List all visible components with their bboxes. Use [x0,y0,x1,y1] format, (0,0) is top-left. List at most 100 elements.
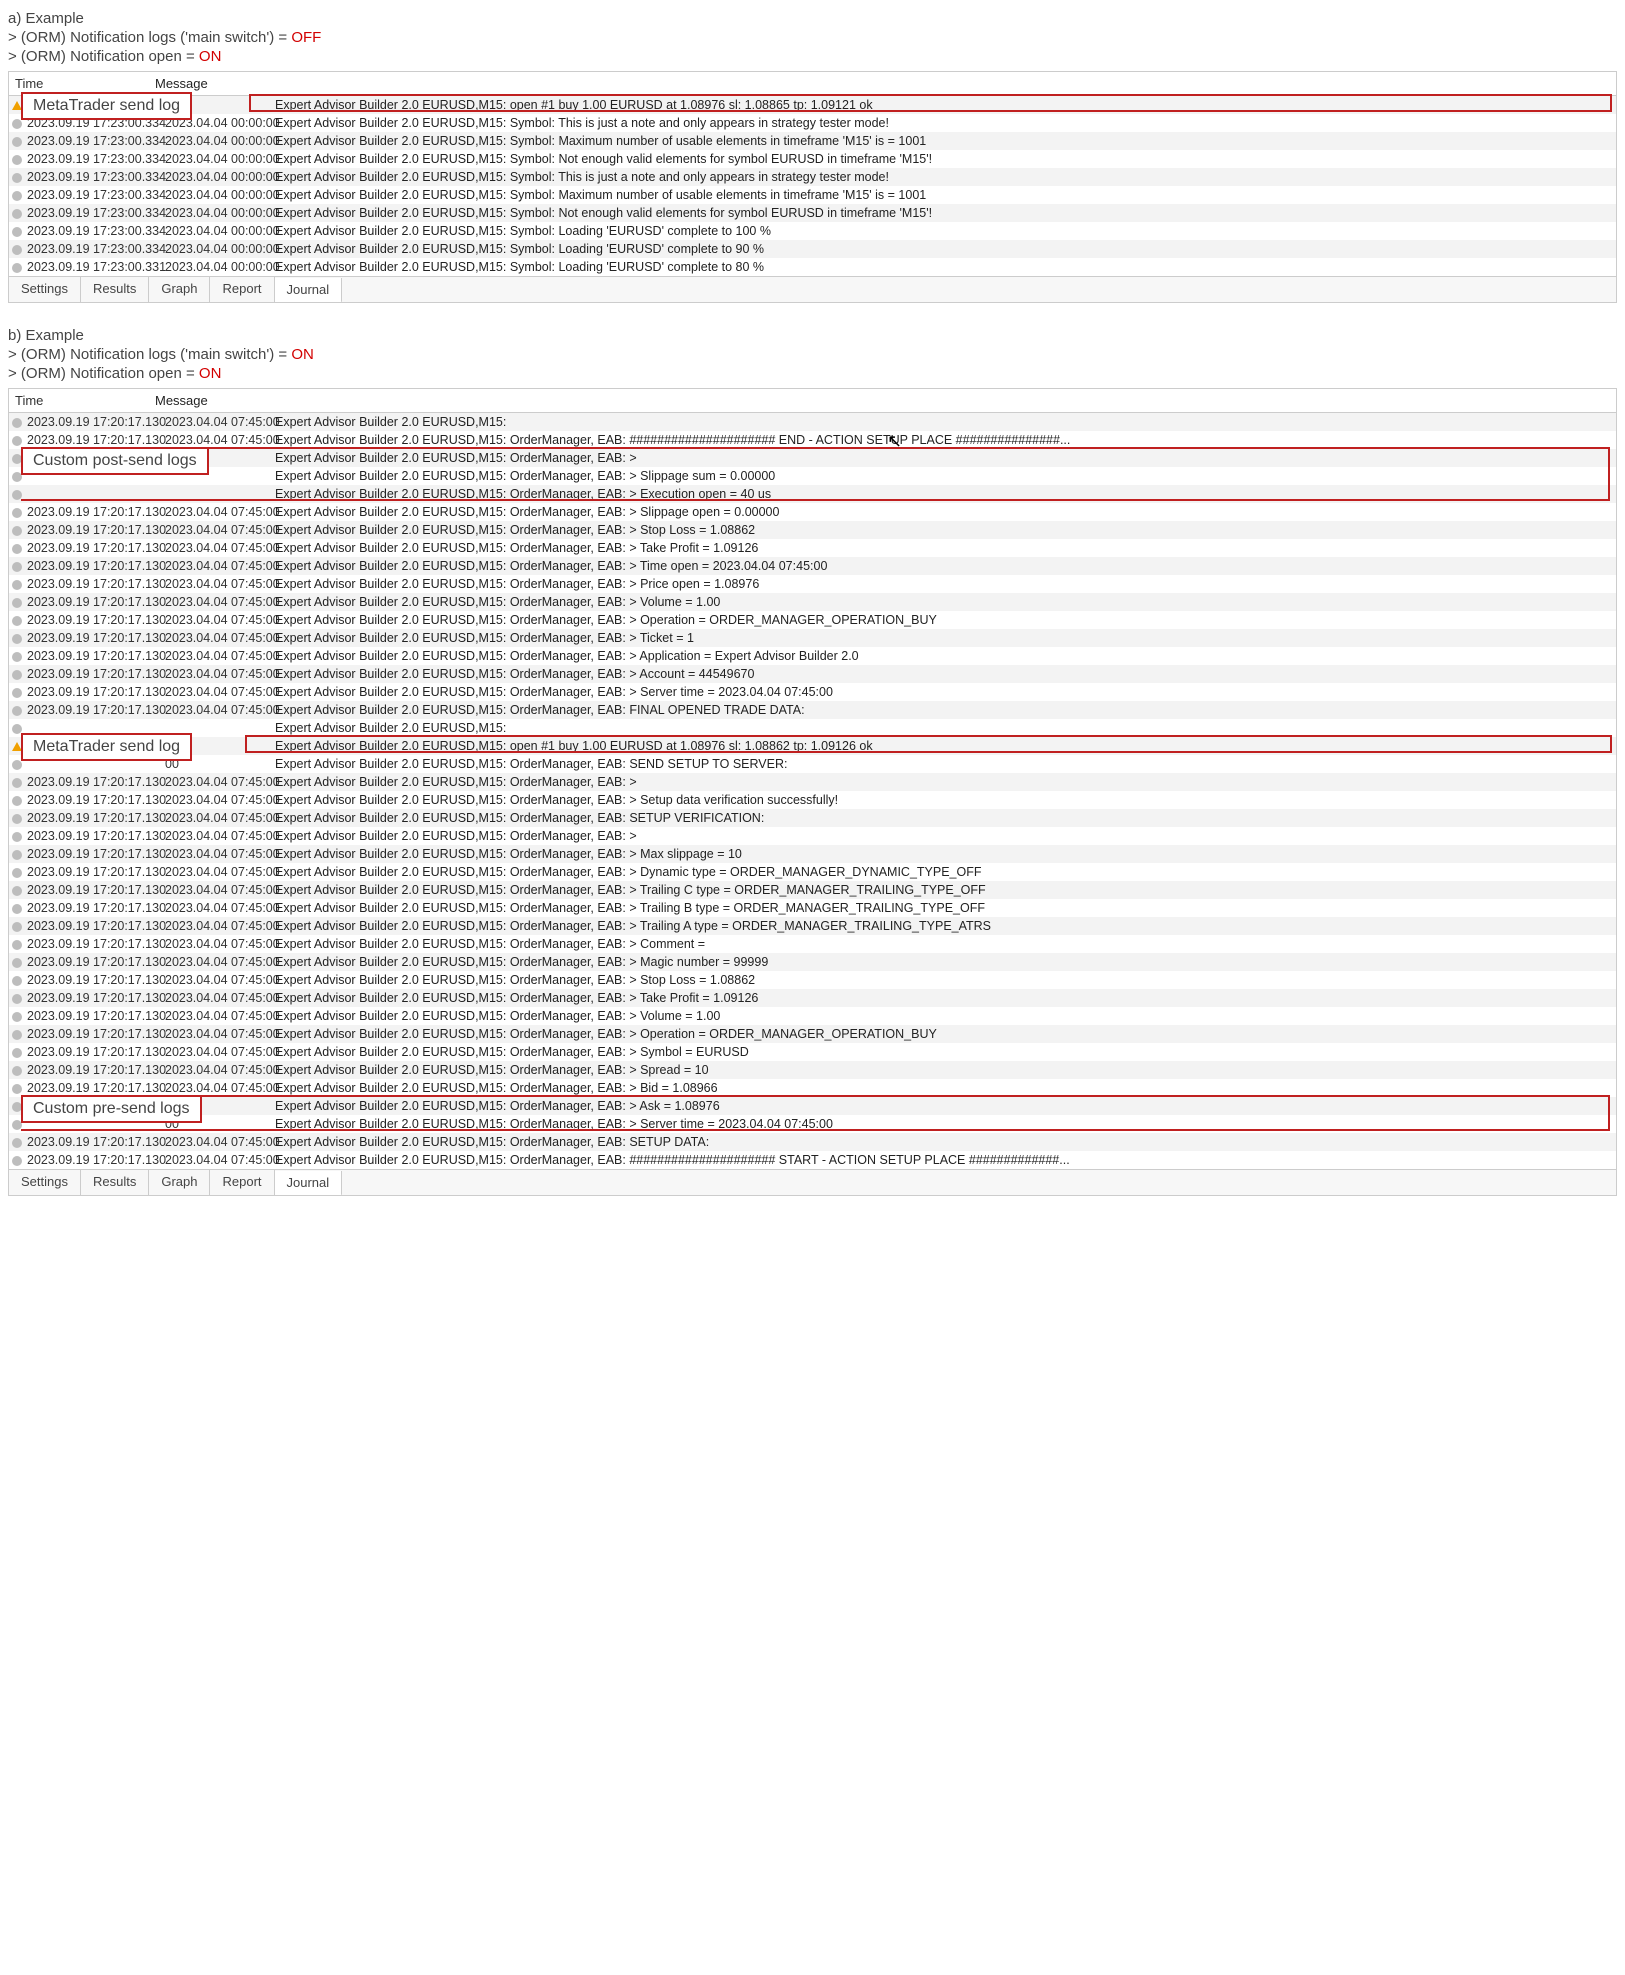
log-row[interactable]: 2023.09.19 17:20:17.1302023.04.04 07:45:… [9,1151,1616,1169]
tab-results[interactable]: Results [81,277,149,302]
log-row[interactable]: 2023.09.19 17:20:17.1302023.04.04 07:45:… [9,413,1616,431]
log-row[interactable]: 2023.09.19 17:20:17.1302023.04.04 07:45:… [9,899,1616,917]
log-time: 2023.09.19 17:23:00.331 [25,258,165,276]
log-message: Expert Advisor Builder 2.0 EURUSD,M15: O… [275,701,1616,719]
log-server-time: 2023.04.04 07:45:00 [165,989,275,1007]
log-row[interactable]: 2023.09.19 17:20:17.1302023.04.04 07:45:… [9,629,1616,647]
log-server-time: 2023.04.04 07:45:00 [165,629,275,647]
log-row[interactable]: 2023.09.19 17:20:17.1302023.04.04 07:45:… [9,665,1616,683]
log-row[interactable]: 00Expert Advisor Builder 2.0 EURUSD,M15:… [9,96,1616,114]
log-row[interactable]: 2023.09.19 17:20:17.1302023.04.04 07:45:… [9,575,1616,593]
log-time: 2023.09.19 17:20:17.130 [25,863,165,881]
journal-header: Time Message [9,72,1616,96]
log-row[interactable]: 2023.09.19 17:20:17.1302023.04.04 07:45:… [9,431,1616,449]
log-row[interactable]: 2023.09.19 17:20:17.1302023.04.04 07:45:… [9,791,1616,809]
section-b-header: b) Example > (ORM) Notification logs ('m… [8,327,1617,382]
log-row[interactable]: 2023.09.19 17:20:17.1302023.04.04 07:45:… [9,557,1616,575]
col-header-message[interactable]: Message [149,389,1616,412]
log-row[interactable]: 2023.09.19 17:23:00.3342023.04.04 00:00:… [9,240,1616,258]
tab-journal[interactable]: Journal [275,1171,343,1196]
log-row[interactable]: 2023.09.19 17:20:17.1302023.04.04 07:45:… [9,1079,1616,1097]
log-server-time: 00 [165,1097,275,1115]
log-message: Expert Advisor Builder 2.0 EURUSD,M15: O… [275,647,1616,665]
log-row[interactable]: 2023.09.19 17:20:17.1302023.04.04 07:45:… [9,611,1616,629]
tab-journal[interactable]: Journal [275,278,343,303]
log-row[interactable]: 2023.09.19 17:23:00.3342023.04.04 00:00:… [9,186,1616,204]
log-message: Expert Advisor Builder 2.0 EURUSD,M15: S… [275,150,1616,168]
col-header-time[interactable]: Time [9,389,149,412]
tab-report[interactable]: Report [210,1170,274,1195]
log-row[interactable]: 2023.09.19 17:20:17.1302023.04.04 07:45:… [9,917,1616,935]
log-message: Expert Advisor Builder 2.0 EURUSD,M15: O… [275,1115,1616,1133]
log-row[interactable]: 2023.09.19 17:20:17.1302023.04.04 07:45:… [9,1133,1616,1151]
log-time: 2023.09.19 17:20:17.130 [25,791,165,809]
log-row[interactable]: 2023.09.19 17:23:00.3342023.04.04 00:00:… [9,168,1616,186]
log-time: 2023.09.19 17:20:17.130 [25,521,165,539]
log-row[interactable]: 2023.09.19 17:20:17.1302023.04.04 07:45:… [9,701,1616,719]
log-message: Expert Advisor Builder 2.0 EURUSD,M15: O… [275,683,1616,701]
tab-settings[interactable]: Settings [9,1170,81,1195]
tab-graph[interactable]: Graph [149,1170,210,1195]
tab-report[interactable]: Report [210,277,274,302]
info-icon [9,665,25,683]
log-row[interactable]: 2023.09.19 17:20:17.1302023.04.04 07:45:… [9,863,1616,881]
log-row[interactable]: 2023.09.19 17:20:17.1302023.04.04 07:45:… [9,845,1616,863]
log-message: Expert Advisor Builder 2.0 EURUSD,M15: O… [275,917,1616,935]
log-row[interactable]: 2023.09.19 17:20:17.1302023.04.04 07:45:… [9,1025,1616,1043]
info-icon [9,827,25,845]
log-row[interactable]: Expert Advisor Builder 2.0 EURUSD,M15: O… [9,449,1616,467]
info-icon [9,1133,25,1151]
tab-results[interactable]: Results [81,1170,149,1195]
log-row[interactable]: 2023.09.19 17:20:17.1302023.04.04 07:45:… [9,1061,1616,1079]
log-row[interactable]: 2023.09.19 17:20:17.1302023.04.04 07:45:… [9,539,1616,557]
log-time: 2023.09.19 17:20:17.130 [25,845,165,863]
log-row[interactable]: 2023.09.19 17:23:00.3342023.04.04 00:00:… [9,114,1616,132]
log-row[interactable]: 00Expert Advisor Builder 2.0 EURUSD,M15:… [9,755,1616,773]
info-icon [9,467,25,485]
log-server-time: 2023.04.04 07:45:00 [165,557,275,575]
log-server-time: 2023.04.04 07:45:00 [165,881,275,899]
info-icon [9,791,25,809]
warning-icon [9,737,25,755]
log-row[interactable]: 00Expert Advisor Builder 2.0 EURUSD,M15:… [9,737,1616,755]
tabs-b: SettingsResultsGraphReportJournal [9,1169,1616,1195]
setting-value-on: ON [199,365,222,382]
tab-settings[interactable]: Settings [9,277,81,302]
log-row[interactable]: 2023.09.19 17:20:17.1302023.04.04 07:45:… [9,989,1616,1007]
log-row[interactable]: Expert Advisor Builder 2.0 EURUSD,M15: O… [9,467,1616,485]
log-server-time: 2023.04.04 07:45:00 [165,1061,275,1079]
log-server-time: 2023.04.04 07:45:00 [165,503,275,521]
info-icon [9,629,25,647]
log-row[interactable]: 2023.09.19 17:23:00.3342023.04.04 00:00:… [9,204,1616,222]
log-message: Expert Advisor Builder 2.0 EURUSD,M15: S… [275,114,1616,132]
log-message: Expert Advisor Builder 2.0 EURUSD,M15: O… [275,863,1616,881]
log-row[interactable]: 2023.09.19 17:23:00.3312023.04.04 00:00:… [9,258,1616,276]
log-row[interactable]: 2023.09.19 17:20:17.1302023.04.04 07:45:… [9,1007,1616,1025]
log-message: Expert Advisor Builder 2.0 EURUSD,M15: O… [275,467,1616,485]
log-row[interactable]: 00Expert Advisor Builder 2.0 EURUSD,M15:… [9,1097,1616,1115]
log-row[interactable]: 2023.09.19 17:23:00.3342023.04.04 00:00:… [9,150,1616,168]
log-message: Expert Advisor Builder 2.0 EURUSD,M15: O… [275,557,1616,575]
log-row[interactable]: 2023.09.19 17:20:17.1302023.04.04 07:45:… [9,1043,1616,1061]
log-row[interactable]: 2023.09.19 17:20:17.1302023.04.04 07:45:… [9,827,1616,845]
log-row[interactable]: 2023.09.19 17:20:17.1302023.04.04 07:45:… [9,593,1616,611]
log-row[interactable]: 2023.09.19 17:20:17.1302023.04.04 07:45:… [9,773,1616,791]
log-row[interactable]: 2023.09.19 17:20:17.1302023.04.04 07:45:… [9,881,1616,899]
log-row[interactable]: 2023.09.19 17:20:17.1302023.04.04 07:45:… [9,683,1616,701]
log-row[interactable]: Expert Advisor Builder 2.0 EURUSD,M15: O… [9,485,1616,503]
log-row[interactable]: Expert Advisor Builder 2.0 EURUSD,M15: [9,719,1616,737]
col-header-message[interactable]: Message [149,72,1616,95]
log-row[interactable]: 2023.09.19 17:20:17.1302023.04.04 07:45:… [9,647,1616,665]
log-row[interactable]: 2023.09.19 17:20:17.1302023.04.04 07:45:… [9,971,1616,989]
log-row[interactable]: 2023.09.19 17:20:17.1302023.04.04 07:45:… [9,935,1616,953]
log-row[interactable]: 2023.09.19 17:23:00.3342023.04.04 00:00:… [9,132,1616,150]
col-header-time[interactable]: Time [9,72,149,95]
log-row[interactable]: 00Expert Advisor Builder 2.0 EURUSD,M15:… [9,1115,1616,1133]
log-row[interactable]: 2023.09.19 17:20:17.1302023.04.04 07:45:… [9,809,1616,827]
log-row[interactable]: 2023.09.19 17:20:17.1302023.04.04 07:45:… [9,521,1616,539]
tab-graph[interactable]: Graph [149,277,210,302]
info-icon [9,1043,25,1061]
log-row[interactable]: 2023.09.19 17:20:17.1302023.04.04 07:45:… [9,503,1616,521]
log-row[interactable]: 2023.09.19 17:23:00.3342023.04.04 00:00:… [9,222,1616,240]
log-row[interactable]: 2023.09.19 17:20:17.1302023.04.04 07:45:… [9,953,1616,971]
